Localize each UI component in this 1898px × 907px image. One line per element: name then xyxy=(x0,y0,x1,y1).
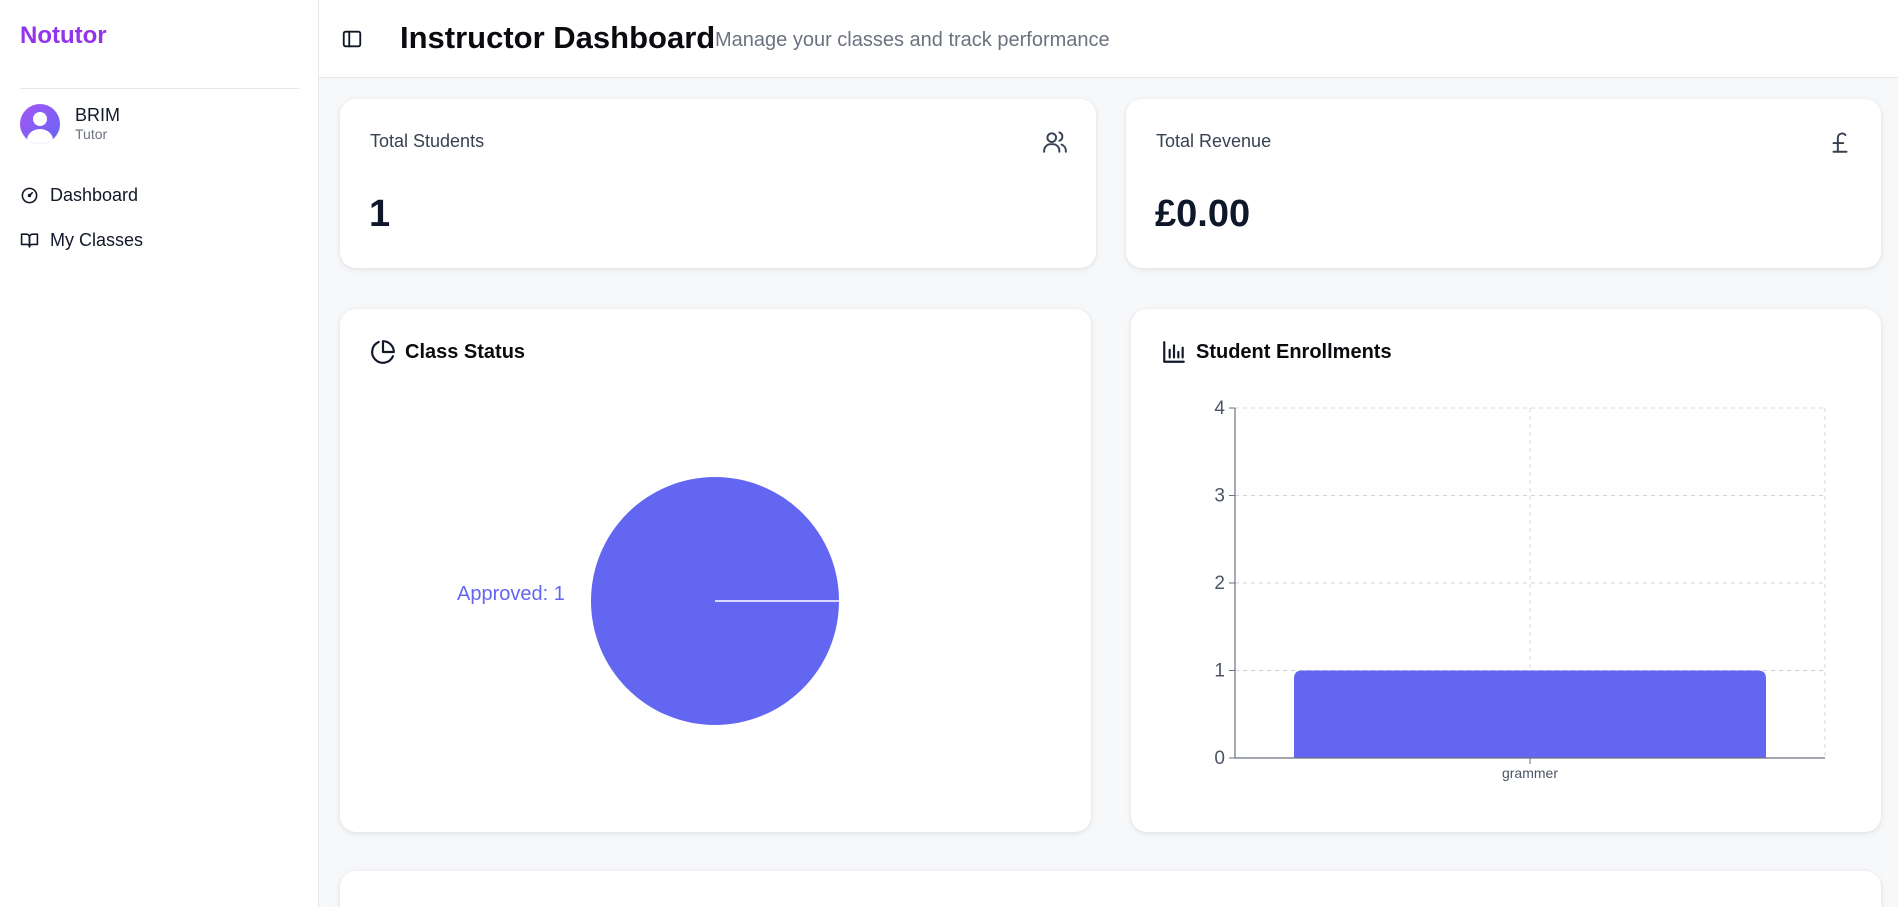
class-status-card: Class Status Approved: 1 xyxy=(340,309,1091,832)
user-profile: BRIM Tutor xyxy=(20,104,120,144)
x-tick-label: grammer xyxy=(1502,765,1558,781)
dashboard-icon xyxy=(21,187,38,203)
page-subtitle: Manage your classes and track performanc… xyxy=(715,29,1110,51)
sidebar-toggle-icon[interactable] xyxy=(341,28,363,50)
pie-slice-label: Approved: 1 xyxy=(457,583,565,605)
user-role: Tutor xyxy=(75,126,108,142)
user-name: BRIM xyxy=(75,105,120,125)
stat-value: £0.00 xyxy=(1155,193,1251,235)
bar-grammer xyxy=(1294,670,1766,758)
sidebar-item-dashboard[interactable]: Dashboard xyxy=(20,180,143,210)
stat-label: Total Students xyxy=(370,131,485,151)
total-students-card: Total Students 1 xyxy=(340,99,1096,268)
bottom-card xyxy=(340,871,1881,907)
sidebar-item-my-classes[interactable]: My Classes xyxy=(20,225,143,255)
bar-chart: 0 1 2 3 4 grammer xyxy=(1214,398,1826,781)
book-open-icon xyxy=(20,232,39,248)
y-tick-label: 3 xyxy=(1214,486,1225,507)
pie-chart xyxy=(591,477,839,725)
sidebar-divider xyxy=(20,88,299,89)
sidebar-item-label: Dashboard xyxy=(50,184,139,205)
sidebar-item-label: My Classes xyxy=(50,229,144,250)
total-revenue-card: Total Revenue £0.00 xyxy=(1126,99,1881,268)
page-title: Instructor Dashboard xyxy=(400,20,716,55)
stat-value: 1 xyxy=(369,193,391,235)
brand-logo[interactable]: Notutor xyxy=(20,22,107,50)
top-header: Instructor Dashboard Manage your classes… xyxy=(319,0,1898,78)
student-enrollments-card: Student Enrollments 0 1 2 3 4 grammer xyxy=(1131,309,1881,832)
avatar xyxy=(20,104,60,144)
y-tick-label: 0 xyxy=(1214,748,1225,769)
y-tick-label: 1 xyxy=(1214,661,1225,682)
sidebar: Notutor BRIM Tutor Dashboard My Classes xyxy=(0,0,319,907)
sidebar-nav: Dashboard My Classes xyxy=(20,180,143,270)
y-tick-label: 4 xyxy=(1214,398,1225,419)
stat-label: Total Revenue xyxy=(1156,131,1272,151)
users-icon xyxy=(1043,131,1067,153)
pound-icon xyxy=(1832,132,1848,153)
y-tick-label: 2 xyxy=(1214,573,1225,594)
